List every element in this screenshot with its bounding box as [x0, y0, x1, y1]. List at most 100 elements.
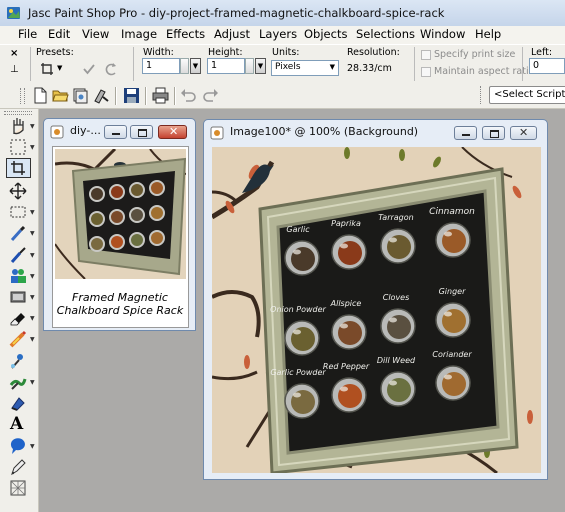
selection-tool-icon[interactable]	[9, 203, 27, 221]
presets-dropdown-arrow[interactable]: ▼	[57, 64, 62, 72]
app-icon	[7, 7, 20, 19]
eraser-arrow[interactable]: ▼	[30, 315, 35, 322]
preset-shape-arrow[interactable]: ▼	[30, 443, 35, 450]
retouch-icon[interactable]	[9, 352, 27, 370]
menu-edit[interactable]: Edit	[48, 27, 70, 41]
dropper-arrow[interactable]: ▼	[30, 230, 35, 237]
menu-window[interactable]: Window	[420, 27, 465, 41]
apply-icon[interactable]	[82, 62, 96, 76]
text-tool-icon[interactable]: A	[10, 414, 23, 434]
height-dropdown[interactable]: ▼	[255, 58, 266, 74]
menu-selections[interactable]: Selections	[356, 27, 415, 41]
options-divider	[522, 47, 523, 81]
specify-print-size-checkbox[interactable]	[421, 50, 431, 60]
width-spinner[interactable]	[180, 58, 189, 74]
thumbnail-jar	[129, 182, 145, 198]
jar-highlight	[444, 374, 452, 380]
height-input[interactable]: 1	[207, 58, 245, 74]
preset-shape-icon[interactable]	[9, 437, 27, 455]
save-as-icon[interactable]	[93, 87, 110, 104]
width-label: Width:	[143, 47, 174, 58]
main-canvas-photo[interactable]: Garlic Paprika Tarragon Cinnamon Onion Powde…	[212, 147, 541, 473]
main-image-window[interactable]: Image100* @ 100% (Background) ✕ Garlic Pa…	[203, 119, 548, 480]
menu-layers[interactable]: Layers	[259, 27, 297, 41]
thumbnail-jar	[129, 207, 145, 223]
redo-icon[interactable]	[202, 87, 219, 104]
close-palette-icon[interactable]: ×	[10, 48, 18, 59]
scratch-remover-icon[interactable]	[9, 288, 27, 306]
maximize-button[interactable]	[482, 126, 505, 140]
paint-brush-icon[interactable]	[9, 246, 27, 264]
fill-tool-icon[interactable]	[9, 394, 27, 412]
jar-label: Ginger	[439, 287, 466, 296]
eraser-icon[interactable]	[9, 309, 27, 327]
zoom-tool-icon[interactable]	[9, 138, 27, 156]
thumbnail-jar	[109, 234, 125, 250]
jar-highlight	[389, 380, 397, 386]
thumbnail-caption-line2: Chalkboard Spice Rack	[56, 304, 184, 317]
clone-brush-arrow[interactable]: ▼	[30, 273, 35, 280]
jar-label: Coriander	[432, 350, 472, 359]
new-icon[interactable]	[32, 87, 49, 104]
select-script-dropdown[interactable]: <Select Script	[489, 86, 565, 104]
pen-tool-icon[interactable]	[9, 458, 27, 476]
color-replacer-icon[interactable]	[9, 373, 27, 391]
print-icon[interactable]	[152, 87, 169, 104]
maximize-button[interactable]	[130, 125, 153, 139]
mesh-warp-icon[interactable]	[9, 479, 27, 497]
reset-icon[interactable]	[104, 62, 118, 76]
move-tool-icon[interactable]	[9, 182, 27, 200]
paint-brush-arrow[interactable]: ▼	[30, 252, 35, 259]
thumbnail-window-title: diy-...	[70, 124, 101, 137]
zoom-tool-arrow[interactable]: ▼	[30, 144, 35, 151]
toolbar-grip	[480, 86, 484, 104]
pin-palette-icon[interactable]: ⊥	[10, 64, 19, 75]
crop-preset-icon[interactable]	[40, 62, 54, 76]
pan-tool-arrow[interactable]: ▼	[30, 123, 35, 130]
pan-tool-icon[interactable]	[9, 117, 27, 135]
jar-highlight	[340, 386, 348, 392]
menu-file[interactable]: File	[18, 27, 37, 41]
open-icon[interactable]	[52, 87, 69, 104]
crop-tool-button[interactable]	[6, 158, 31, 178]
menu-adjust[interactable]: Adjust	[214, 27, 250, 41]
thumbnail-canvas[interactable]: Framed Magnetic Chalkboard Spice Rack	[52, 146, 189, 328]
jar-label: Tarragon	[378, 213, 413, 222]
minimize-button[interactable]	[104, 125, 127, 139]
palette-grip	[4, 111, 32, 115]
thumbnail-jar	[149, 180, 165, 196]
menu-effects[interactable]: Effects	[166, 27, 205, 41]
thumbnail-jar	[109, 209, 125, 225]
units-select[interactable]: Pixels ▼	[271, 60, 339, 76]
height-spinner[interactable]	[245, 58, 254, 74]
close-button[interactable]: ✕	[158, 125, 187, 139]
thumbnail-image-window[interactable]: diy-... ✕ Framed Magnetic Chalkboard Spi…	[43, 118, 196, 331]
picture-tube-icon[interactable]	[9, 330, 27, 348]
minimize-button[interactable]	[454, 126, 477, 140]
left-input[interactable]: 0	[529, 58, 565, 74]
units-dropdown-arrow: ▼	[329, 63, 335, 71]
tools-palette: ▼ ▼ ▼ ▼ ▼ ▼ ▼ ▼ ▼ ▼ A ▼	[0, 109, 39, 512]
jar-label: Garlic	[286, 225, 310, 234]
width-input[interactable]: 1	[142, 58, 180, 74]
dropper-icon[interactable]	[9, 224, 27, 242]
undo-icon[interactable]	[180, 87, 197, 104]
selection-tool-arrow[interactable]: ▼	[30, 209, 35, 216]
save-icon[interactable]	[123, 87, 140, 104]
scratch-remover-arrow[interactable]: ▼	[30, 294, 35, 301]
jar-label: Garlic Powder	[270, 368, 326, 377]
jar-highlight	[389, 317, 397, 323]
browse-icon[interactable]	[72, 87, 89, 104]
picture-tube-arrow[interactable]: ▼	[30, 336, 35, 343]
thumbnail-caption-line1: Framed Magnetic	[72, 291, 168, 304]
menu-objects[interactable]: Objects	[304, 27, 347, 41]
clone-brush-icon[interactable]	[9, 267, 27, 285]
close-button[interactable]: ✕	[510, 126, 537, 140]
color-replacer-arrow[interactable]: ▼	[30, 379, 35, 386]
jar-label: Cinnamon	[429, 207, 475, 217]
width-dropdown[interactable]: ▼	[190, 58, 201, 74]
menu-image[interactable]: Image	[121, 27, 157, 41]
menu-help[interactable]: Help	[475, 27, 501, 41]
menu-view[interactable]: View	[82, 27, 109, 41]
maintain-aspect-ratio-checkbox[interactable]	[421, 67, 431, 77]
